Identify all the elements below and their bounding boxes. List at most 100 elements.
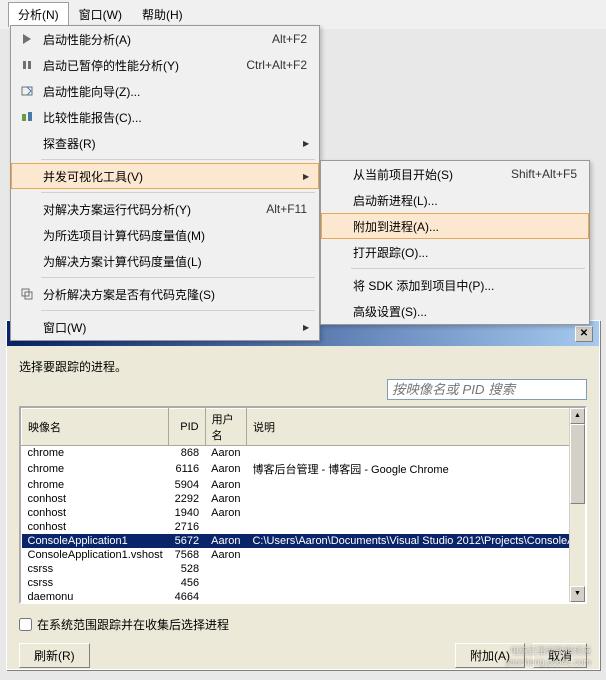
scroll-down-icon[interactable]: ▼ <box>570 586 585 602</box>
col-image[interactable]: 映像名 <box>22 409 169 446</box>
close-button[interactable]: ✕ <box>575 326 593 342</box>
cell-user <box>205 520 246 534</box>
cell-user <box>205 576 246 590</box>
menu-item[interactable]: 窗口(W)▶ <box>11 314 319 340</box>
col-pid[interactable]: PID <box>169 409 205 446</box>
cell-desc <box>246 590 569 602</box>
attach-dialog: 附加到进程 ✕ 选择要跟踪的进程。 映像名 PID 用户名 说明 chrome8… <box>6 320 600 670</box>
cell-desc <box>246 492 569 506</box>
submenu-item[interactable]: 从当前项目开始(S)Shift+Alt+F5 <box>321 161 589 187</box>
submenu-item[interactable]: 高级设置(S)... <box>321 298 589 324</box>
menu-label: 高级设置(S)... <box>353 303 585 320</box>
menu-item[interactable]: 启动性能向导(Z)... <box>11 78 319 104</box>
menu-label: 启动已暂停的性能分析(Y) <box>43 57 246 74</box>
cell-user: Aaron <box>205 506 246 520</box>
cell-pid: 1940 <box>169 506 205 520</box>
refresh-button[interactable]: 刷新(R) <box>19 643 90 668</box>
menu-item[interactable]: 探查器(R)▶ <box>11 130 319 156</box>
cell-desc <box>246 520 569 534</box>
cell-desc <box>246 478 569 492</box>
cell-desc <box>246 576 569 590</box>
menu-label: 打开跟踪(O)... <box>353 244 585 261</box>
menu-window[interactable]: 窗口(W) <box>69 2 132 27</box>
blank-icon <box>325 243 349 261</box>
cell-pid: 5672 <box>169 534 205 548</box>
scroll-up-icon[interactable]: ▲ <box>570 408 585 424</box>
scrollbar-vertical[interactable]: ▲ ▼ <box>569 408 585 602</box>
blank-icon <box>325 165 349 183</box>
table-row[interactable]: chrome868Aaron <box>22 446 570 461</box>
menu-label: 并发可视化工具(V) <box>43 168 303 185</box>
blank-icon <box>15 134 39 152</box>
submenu-item[interactable]: 附加到进程(A)... <box>321 213 589 239</box>
cell-pid: 5904 <box>169 478 205 492</box>
table-row[interactable]: ConsoleApplication15672AaronC:\Users\Aar… <box>22 534 570 548</box>
wizard-icon <box>15 82 39 100</box>
clone-icon <box>15 285 39 303</box>
menu-item[interactable]: 比较性能报告(C)... <box>11 104 319 130</box>
col-desc[interactable]: 说明 <box>246 409 569 446</box>
cell-image: chrome <box>22 478 169 492</box>
menu-accelerator: Alt+F2 <box>272 32 307 46</box>
cell-desc <box>246 506 569 520</box>
cell-pid: 7568 <box>169 548 205 562</box>
table-row[interactable]: conhost1940Aaron <box>22 506 570 520</box>
menu-analysis[interactable]: 分析(N) <box>8 2 69 27</box>
table-row[interactable]: csrss456 <box>22 576 570 590</box>
table-row[interactable]: csrss528 <box>22 562 570 576</box>
menu-separator <box>41 159 315 160</box>
cell-pid: 2292 <box>169 492 205 506</box>
menu-label: 启动性能分析(A) <box>43 31 272 48</box>
blank-icon <box>325 302 349 320</box>
analysis-menu: 启动性能分析(A)Alt+F2启动已暂停的性能分析(Y)Ctrl+Alt+F2启… <box>10 25 320 341</box>
menu-label: 启动性能向导(Z)... <box>43 83 315 100</box>
table-row[interactable]: ConsoleApplication1.vshost7568Aaron <box>22 548 570 562</box>
cell-image: conhost <box>22 520 169 534</box>
menu-label: 比较性能报告(C)... <box>43 109 315 126</box>
menu-label: 分析解决方案是否有代码克隆(S) <box>43 286 315 303</box>
table-row[interactable]: conhost2292Aaron <box>22 492 570 506</box>
menu-accelerator: Alt+F11 <box>266 202 307 216</box>
submenu-item[interactable]: 启动新进程(L)... <box>321 187 589 213</box>
cell-image: chrome <box>22 460 169 478</box>
submenu-item[interactable]: 打开跟踪(O)... <box>321 239 589 265</box>
pause-icon <box>15 56 39 74</box>
menu-item[interactable]: 为所选项目计算代码度量值(M) <box>11 222 319 248</box>
menu-label: 为所选项目计算代码度量值(M) <box>43 227 315 244</box>
menu-item[interactable]: 对解决方案运行代码分析(Y)Alt+F11 <box>11 196 319 222</box>
table-row[interactable]: conhost2716 <box>22 520 570 534</box>
menu-item[interactable]: 并发可视化工具(V)▶ <box>11 163 319 189</box>
search-input[interactable] <box>387 379 587 400</box>
menu-item[interactable]: 启动已暂停的性能分析(Y)Ctrl+Alt+F2 <box>11 52 319 78</box>
table-row[interactable]: chrome5904Aaron <box>22 478 570 492</box>
menu-item[interactable]: 为解决方案计算代码度量值(L) <box>11 248 319 274</box>
system-trace-checkbox[interactable] <box>19 618 32 631</box>
cell-user <box>205 590 246 602</box>
watermark: 电脑百事网教程频道 jiaocheng.pc841.com <box>506 644 591 667</box>
submenu-item[interactable]: 将 SDK 添加到项目中(P)... <box>321 272 589 298</box>
process-table-wrap: 映像名 PID 用户名 说明 chrome868Aaronchrome6116A… <box>19 406 587 604</box>
table-row[interactable]: chrome6116Aaron博客后台管理 - 博客园 - Google Chr… <box>22 460 570 478</box>
menu-accelerator: Ctrl+Alt+F2 <box>246 58 307 72</box>
menu-separator <box>351 268 585 269</box>
menu-help[interactable]: 帮助(H) <box>132 2 193 27</box>
col-user[interactable]: 用户名 <box>205 409 246 446</box>
submenu-arrow-icon: ▶ <box>303 172 315 181</box>
menu-label: 将 SDK 添加到项目中(P)... <box>353 277 585 294</box>
cell-user: Aaron <box>205 446 246 461</box>
submenu-arrow-icon: ▶ <box>303 139 315 148</box>
blank-icon <box>15 200 39 218</box>
cell-image: conhost <box>22 506 169 520</box>
blank-icon <box>325 191 349 209</box>
blank-icon <box>15 167 39 185</box>
menu-item[interactable]: 分析解决方案是否有代码克隆(S) <box>11 281 319 307</box>
cell-user: Aaron <box>205 534 246 548</box>
scroll-thumb[interactable] <box>570 424 585 504</box>
cell-desc <box>246 548 569 562</box>
menu-item[interactable]: 启动性能分析(A)Alt+F2 <box>11 26 319 52</box>
table-row[interactable]: daemonu4664 <box>22 590 570 602</box>
cell-image: chrome <box>22 446 169 461</box>
process-table[interactable]: 映像名 PID 用户名 说明 chrome868Aaronchrome6116A… <box>21 408 569 602</box>
menu-accelerator: Shift+Alt+F5 <box>511 167 577 181</box>
submenu-arrow-icon: ▶ <box>303 323 315 332</box>
